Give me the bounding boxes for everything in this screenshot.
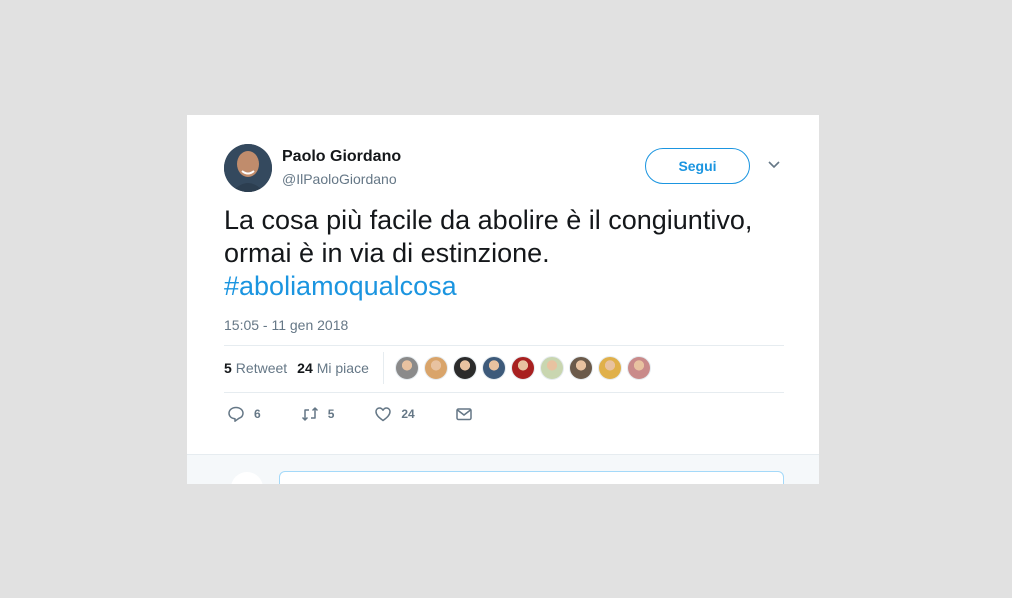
reply-button[interactable]: 6 (227, 405, 261, 423)
envelope-icon (455, 408, 472, 421)
divider (224, 345, 784, 346)
like-stat[interactable]: 24 Mi piace (297, 360, 369, 376)
heart-icon (375, 407, 392, 422)
like-count: 24 (297, 360, 313, 376)
tweet-actions: 6 5 24 (227, 405, 522, 423)
chevron-down-icon[interactable] (767, 160, 781, 170)
retweet-stat[interactable]: 5 Retweet (224, 360, 287, 376)
engagement-stats: 5 Retweet 24 Mi piace (224, 360, 369, 376)
liker-avatar[interactable] (569, 356, 593, 380)
liker-avatar[interactable] (453, 356, 477, 380)
author-avatar[interactable] (224, 144, 272, 192)
retweet-label: Retweet (235, 360, 288, 376)
direct-message-button[interactable] (455, 405, 482, 423)
reply-count: 6 (254, 407, 261, 421)
tweet-text-line: ormai è in via di estinzione. (224, 238, 550, 268)
divider (383, 352, 384, 384)
like-label: Mi piace (316, 360, 369, 376)
follow-button[interactable]: Segui (645, 148, 750, 184)
liker-avatar[interactable] (511, 356, 535, 380)
retweet-action-count: 5 (327, 407, 335, 421)
like-button[interactable]: 24 (374, 405, 415, 423)
liker-avatar[interactable] (424, 356, 448, 380)
liker-avatar[interactable] (482, 356, 506, 380)
tweet-text: La cosa più facile da abolire è il congi… (224, 204, 794, 303)
liker-avatars (395, 356, 651, 380)
tweet-timestamp[interactable]: 15:05 - 11 gen 2018 (224, 317, 348, 333)
liker-avatar[interactable] (540, 356, 564, 380)
divider (224, 392, 784, 393)
reply-icon (228, 406, 244, 422)
reply-area (187, 454, 819, 484)
reply-input[interactable] (279, 471, 784, 484)
hashtag-link[interactable]: #aboliamoqualcosa (224, 270, 794, 303)
tweet-card: Paolo Giordano @IlPaoloGiordano Segui La… (187, 115, 819, 484)
liker-avatar[interactable] (598, 356, 622, 380)
liker-avatar[interactable] (627, 356, 651, 380)
like-action-count: 24 (401, 407, 415, 421)
tweet-text-line: La cosa più facile da abolire è il congi… (224, 205, 753, 235)
retweet-button[interactable]: 5 (301, 405, 335, 423)
reply-avatar (231, 472, 263, 484)
author-photo (224, 144, 272, 192)
author-handle[interactable]: @IlPaoloGiordano (282, 171, 397, 187)
author-name[interactable]: Paolo Giordano (282, 148, 401, 166)
liker-avatar[interactable] (395, 356, 419, 380)
retweet-icon (301, 407, 318, 421)
retweet-count: 5 (224, 360, 232, 376)
